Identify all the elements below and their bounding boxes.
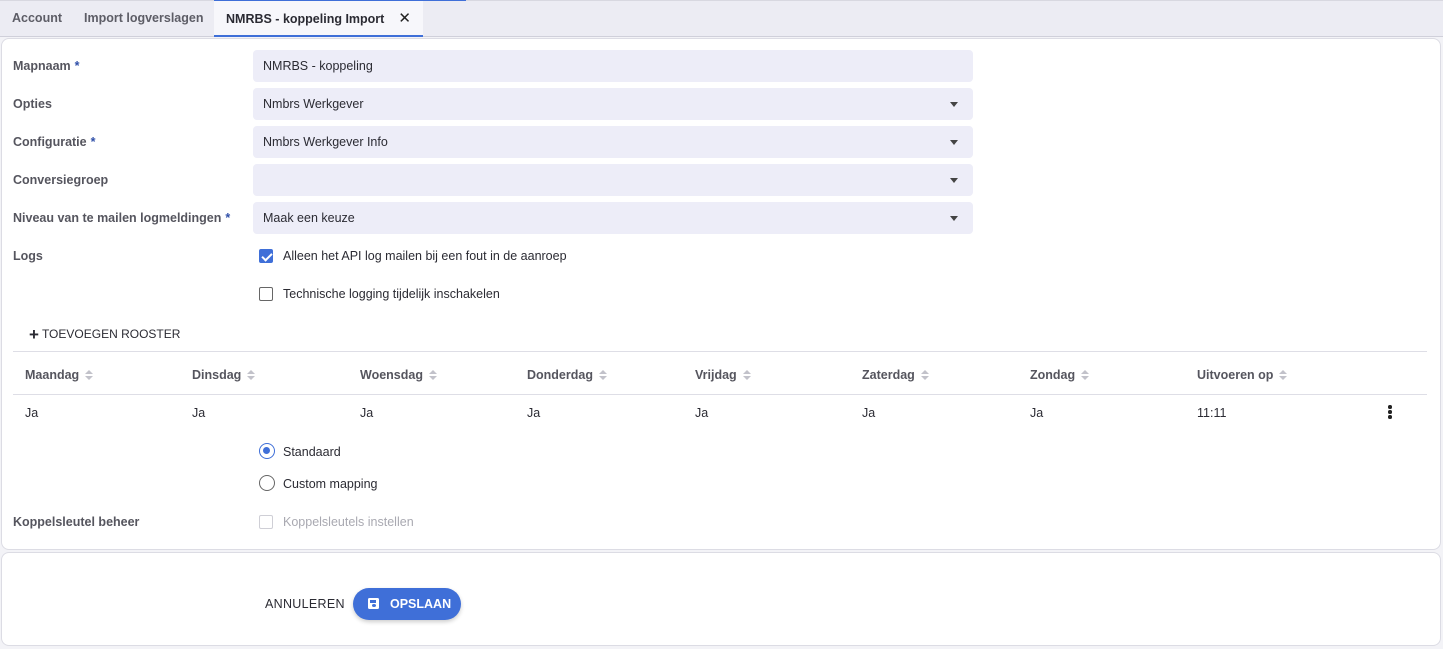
- tab-nmrbs-koppeling-import[interactable]: NMRBS - koppeling Import ✕: [214, 1, 423, 37]
- sort-icon[interactable]: [1081, 370, 1089, 380]
- chevron-down-icon: [950, 178, 958, 183]
- configuratie-select[interactable]: Nmbrs Werkgever Info: [253, 126, 973, 158]
- table-cell: Ja: [192, 406, 206, 420]
- table-cell: Ja: [695, 406, 709, 420]
- opties-label: Opties: [13, 97, 52, 111]
- standaard-radio-label[interactable]: Standaard: [283, 445, 341, 459]
- column-header-zaterdag[interactable]: Zaterdag: [862, 368, 929, 382]
- cancel-button[interactable]: ANNULEREN: [265, 597, 345, 611]
- tab-import-logverslagen[interactable]: Import logverslagen: [84, 1, 203, 37]
- plus-icon: +: [29, 325, 39, 344]
- sort-icon[interactable]: [1279, 370, 1287, 380]
- custom-mapping-radio[interactable]: [259, 475, 275, 491]
- table-cell: Ja: [862, 406, 876, 420]
- opties-select[interactable]: Nmbrs Werkgever: [253, 88, 973, 120]
- sort-icon[interactable]: [743, 370, 751, 380]
- table-cell: Ja: [360, 406, 374, 420]
- logs-label: Logs: [13, 249, 43, 263]
- mapnaam-label: Mapnaam *: [13, 59, 80, 73]
- technische-logging-checkbox[interactable]: [259, 287, 273, 301]
- koppelsleutels-checkbox: [259, 515, 273, 529]
- tab-bar: Account Import logverslagen NMRBS - kopp…: [0, 0, 1443, 37]
- sort-icon[interactable]: [247, 370, 255, 380]
- koppelsleutels-checkbox-label: Koppelsleutels instellen: [283, 515, 414, 529]
- niveau-label: Niveau van te mailen logmeldingen *: [13, 211, 231, 225]
- column-header-woensdag[interactable]: Woensdag: [360, 368, 437, 382]
- column-header-maandag[interactable]: Maandag: [25, 368, 93, 382]
- sort-icon[interactable]: [429, 370, 437, 380]
- column-header-uitvoeren-op[interactable]: Uitvoeren op: [1197, 368, 1287, 382]
- save-icon: [368, 598, 379, 609]
- conversiegroep-select[interactable]: [253, 164, 973, 196]
- sort-icon[interactable]: [921, 370, 929, 380]
- sort-icon[interactable]: [599, 370, 607, 380]
- table-cell: Ja: [527, 406, 541, 420]
- actions-card: [1, 552, 1441, 646]
- koppelsleutel-label: Koppelsleutel beheer: [13, 515, 140, 529]
- custom-mapping-radio-label[interactable]: Custom mapping: [283, 477, 378, 491]
- api-log-checkbox[interactable]: [259, 249, 273, 263]
- chevron-down-icon: [950, 140, 958, 145]
- column-header-dinsdag[interactable]: Dinsdag: [192, 368, 255, 382]
- chevron-down-icon: [950, 102, 958, 107]
- close-icon[interactable]: ✕: [398, 1, 411, 36]
- column-header-donderdag[interactable]: Donderdag: [527, 368, 607, 382]
- niveau-select[interactable]: Maak een keuze: [253, 202, 973, 234]
- table-cell: Ja: [25, 406, 39, 420]
- table-cell: 11:11: [1197, 406, 1227, 420]
- conversiegroep-label: Conversiegroep: [13, 173, 109, 187]
- add-rooster-button[interactable]: + TOEVOEGEN ROOSTER: [29, 325, 180, 344]
- column-header-vrijdag[interactable]: Vrijdag: [695, 368, 751, 382]
- api-log-checkbox-label[interactable]: Alleen het API log mailen bij een fout i…: [283, 249, 567, 263]
- tab-bar-accent-line: [214, 0, 466, 1]
- configuratie-label: Configuratie *: [13, 135, 96, 149]
- column-header-zondag[interactable]: Zondag: [1030, 368, 1089, 382]
- table-header-divider: [13, 394, 1427, 395]
- table-cell: Ja: [1030, 406, 1044, 420]
- save-button[interactable]: OPSLAAN: [353, 588, 461, 620]
- chevron-down-icon: [950, 216, 958, 221]
- tab-account[interactable]: Account: [12, 1, 62, 37]
- mapnaam-input[interactable]: NMRBS - koppeling: [253, 50, 973, 82]
- technische-logging-checkbox-label[interactable]: Technische logging tijdelijk inschakelen: [283, 287, 500, 301]
- sort-icon[interactable]: [85, 370, 93, 380]
- standaard-radio[interactable]: [259, 443, 275, 459]
- table-top-divider: [13, 351, 1427, 352]
- more-vertical-icon[interactable]: [1386, 405, 1394, 421]
